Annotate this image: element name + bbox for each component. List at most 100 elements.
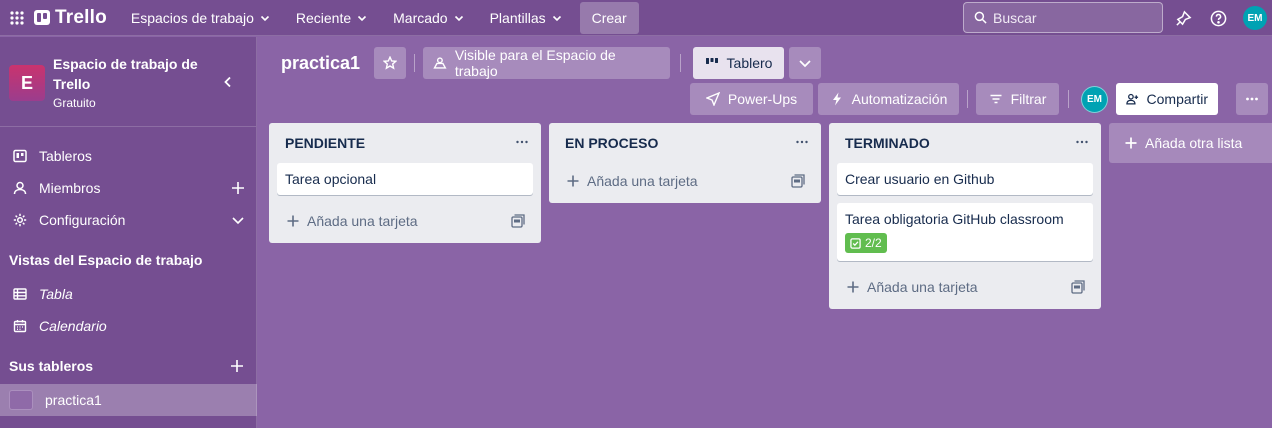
nav-templates-label: Plantillas: [489, 9, 546, 26]
card[interactable]: Tarea obligatoria GitHub classroom 2/2: [837, 203, 1093, 261]
board-menu-button[interactable]: [1236, 83, 1268, 115]
add-list-button[interactable]: Añada otra lista: [1109, 123, 1272, 163]
card[interactable]: Crear usuario en Github: [837, 163, 1093, 195]
sidebar-item-calendar[interactable]: Calendario: [0, 310, 257, 342]
automation-label: Automatización: [851, 91, 948, 107]
card-template-icon[interactable]: [511, 214, 525, 228]
workspace-header: E Espacio de trabajo de Trello Gratuito: [0, 37, 256, 127]
list-pendiente: PENDIENTE Tarea opcional Añada una tarje…: [269, 123, 541, 243]
sidebar-item-boards[interactable]: Tableros: [0, 140, 257, 172]
sidebar-item-label: Configuración: [39, 212, 126, 228]
add-board-icon[interactable]: [230, 359, 244, 373]
search-input[interactable]: Buscar: [963, 2, 1163, 33]
plus-icon: [567, 175, 579, 187]
add-member-icon[interactable]: [231, 181, 245, 195]
chevron-down-icon: [799, 60, 811, 68]
workspace-plan: Gratuito: [53, 96, 96, 110]
card-template-icon[interactable]: [791, 174, 805, 188]
create-button[interactable]: Crear: [579, 1, 639, 34]
view-switcher-button[interactable]: [789, 47, 821, 79]
chevron-down-icon: [552, 15, 561, 21]
chevron-down-icon[interactable]: [231, 213, 245, 227]
more-icon: [1246, 97, 1258, 101]
rocket-icon: [705, 92, 720, 106]
card-title: Tarea obligatoria GitHub classroom: [845, 211, 1064, 227]
visibility-button[interactable]: Visible para el Espacio de trabajo: [423, 47, 670, 79]
add-card-button[interactable]: Añada una tarjeta: [277, 203, 533, 239]
person-icon: [13, 181, 27, 195]
checklist-count: 2/2: [865, 236, 882, 250]
collapse-sidebar-icon[interactable]: [221, 75, 235, 89]
add-card-label: Añada una tarjeta: [307, 213, 418, 229]
sidebar-board-practica1[interactable]: practica1: [0, 384, 257, 416]
gear-icon: [13, 213, 27, 227]
checklist-icon: [850, 237, 861, 249]
list-menu-icon[interactable]: [515, 137, 529, 147]
logo-text: Trello: [55, 6, 107, 28]
add-card-label: Añada una tarjeta: [867, 279, 978, 295]
plus-icon: [847, 281, 859, 293]
share-button[interactable]: Compartir: [1116, 83, 1218, 115]
list-menu-icon[interactable]: [1075, 137, 1089, 147]
plus-icon: [287, 215, 299, 227]
nav-workspaces[interactable]: Espacios de trabajo: [121, 3, 280, 33]
card-title: Crear usuario en Github: [845, 171, 995, 187]
power-ups-label: Power-Ups: [727, 91, 798, 107]
notifications-icon[interactable]: [1172, 7, 1194, 29]
search-icon: [974, 11, 987, 24]
filter-button[interactable]: Filtrar: [976, 83, 1059, 115]
power-ups-button[interactable]: Power-Ups: [690, 83, 813, 115]
plus-icon: [1125, 137, 1137, 149]
chevron-down-icon: [260, 15, 269, 21]
sidebar-board-label: practica1: [45, 392, 102, 408]
list-header[interactable]: PENDIENTE: [269, 123, 541, 163]
header-divider: [1068, 90, 1069, 108]
table-icon: [13, 288, 27, 300]
card-title: Tarea opcional: [285, 171, 377, 187]
list-title[interactable]: PENDIENTE: [285, 135, 365, 151]
header-divider: [680, 54, 681, 72]
board-title[interactable]: practica1: [281, 53, 360, 74]
lightning-icon: [832, 92, 841, 106]
sidebar-item-table[interactable]: Tabla: [0, 278, 257, 310]
user-avatar[interactable]: EM: [1243, 6, 1267, 30]
list-header[interactable]: TERMINADO: [829, 123, 1101, 163]
trello-logo[interactable]: Trello: [34, 7, 107, 29]
list-title[interactable]: TERMINADO: [845, 135, 930, 151]
checklist-badge: 2/2: [845, 233, 887, 253]
add-card-button[interactable]: Añada una tarjeta: [837, 269, 1093, 305]
card[interactable]: Tarea opcional: [277, 163, 533, 195]
add-card-label: Añada una tarjeta: [587, 173, 698, 189]
board-icon: [13, 149, 27, 163]
list-menu-icon[interactable]: [795, 137, 809, 147]
add-list-label: Añada otra lista: [1145, 135, 1243, 151]
add-card-button[interactable]: Añada una tarjeta: [557, 163, 813, 199]
view-board-button[interactable]: Tablero: [693, 47, 784, 79]
card-template-icon[interactable]: [1071, 280, 1085, 294]
workspace-name[interactable]: Espacio de trabajo de Trello: [53, 54, 213, 94]
filter-label: Filtrar: [1010, 91, 1047, 107]
view-label: Tablero: [726, 55, 773, 71]
list-header[interactable]: EN PROCESO: [549, 123, 821, 163]
list-en-proceso: EN PROCESO Añada una tarjeta: [549, 123, 821, 203]
sidebar-item-settings[interactable]: Configuración: [0, 204, 257, 236]
automation-button[interactable]: Automatización: [818, 83, 959, 115]
sidebar-item-label: Miembros: [39, 180, 101, 196]
chevron-down-icon: [358, 15, 367, 21]
board-member-avatar[interactable]: EM: [1081, 86, 1108, 113]
nav-starred[interactable]: Marcado: [383, 3, 473, 33]
nav-templates[interactable]: Plantillas: [480, 3, 572, 33]
sidebar-item-members[interactable]: Miembros: [0, 172, 257, 204]
views-heading: Vistas del Espacio de trabajo: [9, 252, 203, 268]
help-icon[interactable]: [1207, 7, 1229, 29]
nav-starred-label: Marcado: [393, 9, 448, 26]
list-title[interactable]: EN PROCESO: [565, 135, 658, 151]
add-person-icon: [1126, 93, 1139, 105]
share-label: Compartir: [1146, 91, 1208, 107]
nav-recent[interactable]: Reciente: [286, 3, 377, 33]
app-switcher-icon[interactable]: [0, 0, 34, 36]
star-board-button[interactable]: [374, 47, 406, 79]
workspace-avatar[interactable]: E: [9, 65, 45, 101]
board-color-swatch: [9, 390, 33, 410]
list-terminado: TERMINADO Crear usuario en Github Tarea …: [829, 123, 1101, 309]
